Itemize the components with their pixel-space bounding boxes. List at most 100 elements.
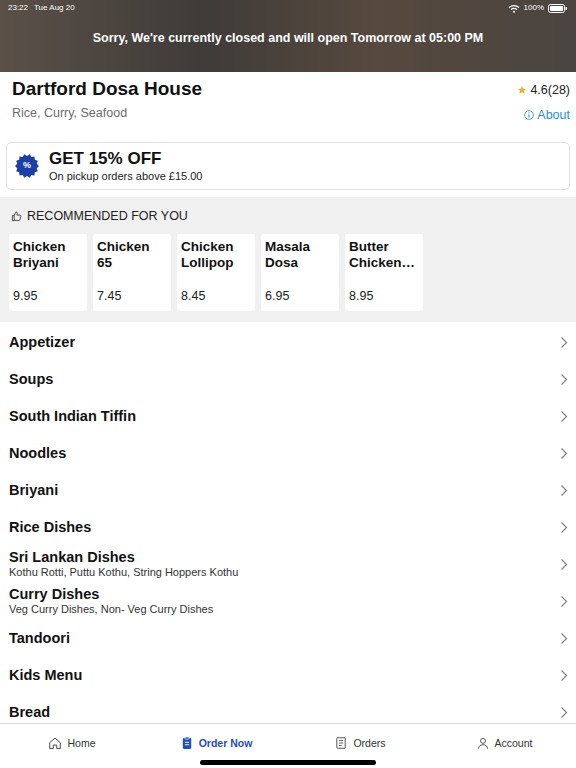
- recommended-item[interactable]: Chicken Lollipop 8.45: [177, 234, 255, 311]
- home-icon[interactable]: [48, 736, 62, 750]
- category-name[interactable]: Appetizer: [9, 333, 75, 351]
- category-text: South Indian Tiffin: [9, 407, 136, 425]
- info-icon-wrap: [524, 110, 534, 120]
- menu-category-row[interactable]: Soups: [0, 361, 576, 398]
- category-name[interactable]: Tandoori: [9, 629, 70, 647]
- account-person-icon-wrap[interactable]: [476, 736, 490, 750]
- chevron-right-icon[interactable]: [560, 521, 568, 534]
- recommended-item[interactable]: Chicken 657.45: [93, 234, 171, 311]
- orders-receipt-icon-wrap[interactable]: [334, 736, 348, 750]
- category-name[interactable]: Soups: [9, 370, 53, 388]
- menu-category-list: Appetizer Soups South Indian Tiffin Noodles…: [0, 324, 576, 731]
- orders-receipt-icon[interactable]: [334, 736, 348, 750]
- tab-item[interactable]: Account: [432, 724, 576, 768]
- chevron-right-icon-wrap[interactable]: [560, 336, 568, 349]
- chevron-right-icon-wrap[interactable]: [560, 558, 568, 571]
- tab-label[interactable]: Account: [495, 736, 533, 752]
- item-name[interactable]: Chicken Lollipop: [181, 239, 251, 271]
- item-name[interactable]: Chicken 65: [97, 239, 167, 271]
- item-price: 6.95: [265, 287, 335, 306]
- menu-category-row[interactable]: South Indian Tiffin: [0, 398, 576, 435]
- home-icon-wrap[interactable]: [48, 736, 62, 750]
- menu-category-row[interactable]: Kids Menu: [0, 657, 576, 694]
- chevron-right-icon[interactable]: [560, 595, 568, 608]
- chevron-right-icon[interactable]: [560, 336, 568, 349]
- status-bar: 23:22Tue Aug 20100%: [0, 0, 576, 13]
- chevron-right-icon[interactable]: [560, 410, 568, 423]
- offer-card[interactable]: %GET 15% OFFOn pickup orders above £15.0…: [6, 142, 570, 190]
- recommended-list: Chicken Briyani9.95Chicken 657.45Chicken…: [9, 234, 576, 311]
- status-date: Tue Aug 20: [34, 3, 75, 13]
- menu-category-row[interactable]: Tandoori: [0, 620, 576, 657]
- item-name[interactable]: Butter Chicken…: [349, 239, 419, 271]
- chevron-right-icon-wrap[interactable]: [560, 410, 568, 423]
- battery-icon-wrap: [548, 4, 568, 13]
- category-name[interactable]: Bread: [9, 703, 50, 721]
- about-link[interactable]: About: [524, 106, 570, 125]
- category-text: Tandoori: [9, 629, 70, 647]
- menu-category-row[interactable]: Briyani: [0, 472, 576, 509]
- recommended-item[interactable]: Butter Chicken…8.95: [345, 234, 423, 311]
- tab-item[interactable]: Home: [0, 724, 144, 768]
- category-name[interactable]: Noodles: [9, 444, 66, 462]
- item-name[interactable]: Masala Dosa: [265, 239, 335, 271]
- chevron-right-icon-wrap[interactable]: [560, 595, 568, 608]
- item-price: 8.45: [181, 287, 251, 306]
- wifi-icon: [508, 4, 520, 13]
- category-name[interactable]: Kids Menu: [9, 666, 82, 684]
- category-name[interactable]: Rice Dishes: [9, 518, 91, 536]
- battery-icon: [548, 4, 568, 13]
- restaurant-cuisines: Rice, Curry, Seafood: [12, 104, 202, 123]
- menu-category-row[interactable]: Appetizer: [0, 324, 576, 361]
- category-text: Bread: [9, 703, 50, 721]
- category-text: Appetizer: [9, 333, 75, 351]
- chevron-right-icon[interactable]: [560, 558, 568, 571]
- chevron-right-icon[interactable]: [560, 669, 568, 682]
- chevron-right-icon-wrap[interactable]: [560, 484, 568, 497]
- tab-label[interactable]: Orders: [353, 736, 385, 752]
- restaurant-header: Dartford Dosa HouseRice, Curry, Seafood 4…: [0, 72, 576, 134]
- chevron-right-icon[interactable]: [560, 706, 568, 719]
- chevron-right-icon-wrap[interactable]: [560, 632, 568, 645]
- tab-label[interactable]: Home: [67, 736, 95, 752]
- chevron-right-icon-wrap[interactable]: [560, 521, 568, 534]
- chevron-right-icon-wrap[interactable]: [560, 447, 568, 460]
- rating: 4.6(28): [517, 81, 570, 100]
- about-label[interactable]: About: [537, 106, 570, 125]
- thumbs-up-icon: [11, 211, 22, 222]
- category-text: Sri Lankan DishesKothu Rotti, Puttu Koth…: [9, 548, 238, 580]
- chevron-right-icon[interactable]: [560, 447, 568, 460]
- menu-category-row[interactable]: Curry DishesVeg Curry Dishes, Non- Veg C…: [0, 583, 576, 620]
- menu-category-row[interactable]: Rice Dishes: [0, 509, 576, 546]
- chevron-right-icon-wrap[interactable]: [560, 706, 568, 719]
- tab-label[interactable]: Order Now: [199, 736, 253, 752]
- category-text: Kids Menu: [9, 666, 82, 684]
- rating-value: 4.6(28): [530, 81, 570, 100]
- chevron-right-icon[interactable]: [560, 373, 568, 386]
- order-clipboard-icon-wrap[interactable]: [180, 736, 194, 750]
- battery-percent: 100%: [524, 3, 544, 13]
- recommended-header: RECOMMENDED FOR YOU: [9, 207, 576, 226]
- category-name[interactable]: Curry Dishes: [9, 585, 213, 603]
- restaurant-info: Dartford Dosa HouseRice, Curry, Seafood: [12, 77, 202, 122]
- home-indicator: [200, 760, 376, 765]
- category-text: Rice Dishes: [9, 518, 91, 536]
- menu-category-row[interactable]: Sri Lankan DishesKothu Rotti, Puttu Koth…: [0, 546, 576, 583]
- account-person-icon[interactable]: [476, 736, 490, 750]
- category-name[interactable]: South Indian Tiffin: [9, 407, 136, 425]
- chevron-right-icon[interactable]: [560, 484, 568, 497]
- chevron-right-icon[interactable]: [560, 632, 568, 645]
- chevron-right-icon-wrap[interactable]: [560, 669, 568, 682]
- order-clipboard-icon[interactable]: [180, 736, 194, 750]
- discount-badge: %: [15, 154, 39, 178]
- recommended-item[interactable]: Masala Dosa 6.95: [261, 234, 339, 311]
- category-text: Soups: [9, 370, 53, 388]
- item-name[interactable]: Chicken Briyani: [13, 239, 83, 271]
- menu-category-row[interactable]: Noodles: [0, 435, 576, 472]
- category-name[interactable]: Sri Lankan Dishes: [9, 548, 238, 566]
- category-subtitle: Kothu Rotti, Puttu Kothu, String Hoppers…: [9, 566, 238, 580]
- closed-banner: 23:22Tue Aug 20100%Sorry, We're currentl…: [0, 0, 576, 72]
- category-name[interactable]: Briyani: [9, 481, 58, 499]
- chevron-right-icon-wrap[interactable]: [560, 373, 568, 386]
- recommended-item[interactable]: Chicken Briyani9.95: [9, 234, 87, 311]
